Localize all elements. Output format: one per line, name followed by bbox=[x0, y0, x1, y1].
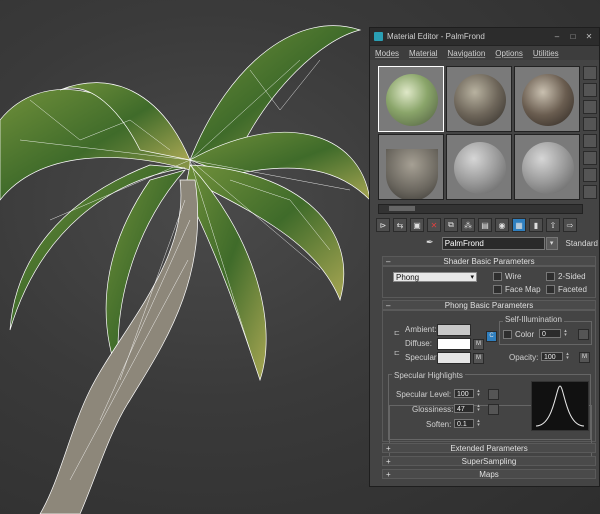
sample-slot[interactable] bbox=[446, 66, 512, 132]
slots-scrollbar[interactable] bbox=[378, 204, 583, 214]
specular-level-map-button[interactable] bbox=[488, 389, 499, 400]
specular-highlights-title: Specular Highlights bbox=[392, 371, 465, 380]
minimize-button[interactable]: – bbox=[551, 32, 563, 42]
material-name-field[interactable]: PalmFrond bbox=[441, 236, 545, 250]
face-map-checkbox[interactable]: Face Map bbox=[493, 285, 541, 294]
rollout-phong-basic[interactable]: – Phong Basic Parameters bbox=[382, 300, 596, 310]
reset-icon[interactable]: ✕ bbox=[427, 218, 441, 232]
two-sided-checkbox[interactable]: 2-Sided bbox=[546, 272, 586, 281]
put-to-library-icon[interactable]: ▤ bbox=[478, 218, 492, 232]
glossiness-map-button[interactable] bbox=[488, 404, 499, 415]
menu-bar: Modes Material Navigation Options Utilit… bbox=[370, 46, 599, 60]
put-to-scene-icon[interactable]: ⇆ bbox=[393, 218, 407, 232]
diffuse-map-button[interactable]: M bbox=[473, 339, 484, 350]
self-illumination-title: Self-Illumination bbox=[503, 315, 564, 324]
lock-icon[interactable]: ⊏ bbox=[394, 329, 400, 337]
material-editor-window: Material Editor - PalmFrond – □ ✕ Modes … bbox=[369, 27, 600, 487]
spinner-arrows-icon[interactable]: ▴ ▾ bbox=[476, 404, 481, 413]
material-type-button[interactable]: Standard bbox=[566, 239, 598, 248]
eyedropper-icon[interactable]: ✒ bbox=[426, 237, 436, 249]
soften-value[interactable]: 0.1 bbox=[454, 419, 474, 428]
opacity-value[interactable]: 100 bbox=[541, 352, 563, 361]
sample-slots bbox=[378, 66, 581, 203]
faceted-checkbox[interactable]: Faceted bbox=[546, 285, 587, 294]
spinner-arrows-icon[interactable]: ▴ ▾ bbox=[476, 389, 481, 398]
menu-material[interactable]: Material bbox=[409, 49, 437, 58]
glossiness-value[interactable]: 47 bbox=[454, 404, 474, 413]
lock-ambient-diffuse-button[interactable]: C bbox=[486, 331, 497, 342]
options-icon[interactable] bbox=[583, 168, 597, 182]
backlight-icon[interactable] bbox=[583, 83, 597, 97]
specular-label: Specular: bbox=[405, 353, 439, 362]
ambient-color-swatch[interactable] bbox=[437, 324, 471, 336]
rollout-maps[interactable]: + Maps bbox=[382, 469, 596, 479]
sample-slot[interactable] bbox=[378, 134, 444, 200]
wire-checkbox[interactable]: Wire bbox=[493, 272, 521, 281]
background-icon[interactable] bbox=[583, 100, 597, 114]
material-toolbar: ⊳ ⇆ ▣ ✕ ⧉ ⁂ ▤ ◉ ▦ ▮ ⇧ ⇨ bbox=[376, 218, 598, 232]
specular-color-swatch[interactable] bbox=[437, 352, 471, 364]
spinner-arrows-icon[interactable]: ▴ ▾ bbox=[565, 352, 570, 361]
select-by-material-icon[interactable] bbox=[583, 185, 597, 199]
side-toolbar bbox=[583, 66, 597, 203]
diffuse-color-swatch[interactable] bbox=[437, 338, 471, 350]
menu-utilities[interactable]: Utilities bbox=[533, 49, 559, 58]
go-forward-icon[interactable]: ⇨ bbox=[563, 218, 577, 232]
opacity-label: Opacity: bbox=[509, 353, 539, 362]
diffuse-label: Diffuse: bbox=[405, 339, 432, 348]
self-illum-color-checkbox[interactable]: Color bbox=[503, 330, 534, 339]
menu-options[interactable]: Options bbox=[495, 49, 523, 58]
close-button[interactable]: ✕ bbox=[583, 32, 595, 42]
highlight-curve-graph bbox=[531, 381, 589, 431]
glossiness-label: Glossiness: bbox=[412, 405, 454, 414]
shader-dropdown[interactable]: Phong ▾ bbox=[393, 272, 477, 282]
shader-basic-panel: Phong ▾ Wire 2-Sided Face Map Faceted bbox=[382, 266, 596, 298]
lock-icon[interactable]: ⊏ bbox=[394, 349, 400, 357]
sample-slot[interactable] bbox=[446, 134, 512, 200]
chevron-down-icon[interactable]: ▾ bbox=[545, 236, 558, 250]
title-bar[interactable]: Material Editor - PalmFrond – □ ✕ bbox=[370, 28, 599, 46]
specular-map-button[interactable]: M bbox=[473, 353, 484, 364]
maximize-button[interactable]: □ bbox=[567, 32, 579, 42]
material-name-row: ✒ PalmFrond ▾ Standard bbox=[426, 236, 598, 250]
self-illum-value[interactable]: 0 bbox=[539, 329, 561, 338]
make-preview-icon[interactable] bbox=[583, 151, 597, 165]
make-unique-icon[interactable]: ⁂ bbox=[461, 218, 475, 232]
video-check-icon[interactable] bbox=[583, 134, 597, 148]
make-copy-icon[interactable]: ⧉ bbox=[444, 218, 458, 232]
rollout-shader-basic[interactable]: – Shader Basic Parameters bbox=[382, 256, 596, 266]
menu-modes[interactable]: Modes bbox=[375, 49, 399, 58]
opacity-map-button[interactable]: M bbox=[579, 352, 590, 363]
go-to-parent-icon[interactable]: ⇧ bbox=[546, 218, 560, 232]
specular-level-label: Specular Level: bbox=[396, 390, 452, 399]
show-map-icon[interactable]: ▦ bbox=[512, 218, 526, 232]
specular-level-value[interactable]: 100 bbox=[454, 389, 474, 398]
menu-navigation[interactable]: Navigation bbox=[447, 49, 485, 58]
spinner-arrows-icon[interactable]: ▴ ▾ bbox=[563, 329, 568, 338]
rollout-extended[interactable]: + Extended Parameters bbox=[382, 443, 596, 453]
soften-label: Soften: bbox=[426, 420, 452, 429]
rollout-supersampling[interactable]: + SuperSampling bbox=[382, 456, 596, 466]
self-illum-map-button[interactable] bbox=[578, 329, 589, 340]
uv-tiling-icon[interactable] bbox=[583, 117, 597, 131]
sample-type-icon[interactable] bbox=[583, 66, 597, 80]
sample-slot[interactable] bbox=[514, 66, 580, 132]
get-material-icon[interactable]: ⊳ bbox=[376, 218, 390, 232]
material-id-icon[interactable]: ◉ bbox=[495, 218, 509, 232]
window-title: Material Editor - PalmFrond bbox=[387, 32, 485, 41]
sample-slot[interactable] bbox=[514, 134, 580, 200]
sample-slot[interactable] bbox=[378, 66, 444, 132]
ambient-label: Ambient: bbox=[405, 325, 437, 334]
app-icon bbox=[374, 32, 383, 41]
spinner-arrows-icon[interactable]: ▴ ▾ bbox=[476, 419, 481, 428]
show-end-result-icon[interactable]: ▮ bbox=[529, 218, 543, 232]
assign-to-selection-icon[interactable]: ▣ bbox=[410, 218, 424, 232]
